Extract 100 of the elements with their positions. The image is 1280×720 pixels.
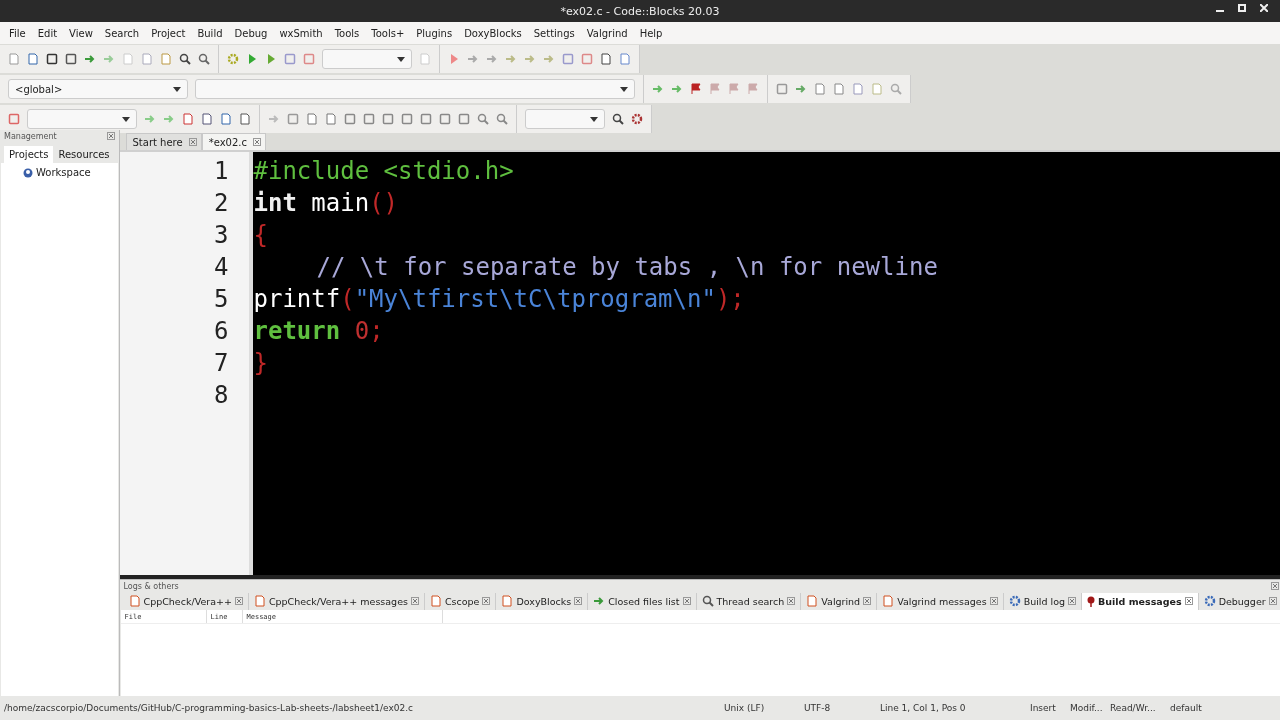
editor-tab[interactable]: Start here [125, 133, 202, 150]
arrow-icon[interactable] [543, 53, 555, 65]
code-line: { [253, 221, 268, 249]
log-tab[interactable]: CppCheck/Vera++ [123, 592, 249, 610]
caret-icon[interactable] [620, 86, 628, 92]
log-tab[interactable]: DoxyBlocks [496, 592, 589, 610]
page-icon[interactable] [619, 53, 631, 65]
page-icon[interactable] [429, 595, 442, 607]
square-icon[interactable] [46, 53, 58, 65]
arrow-icon[interactable] [268, 113, 280, 125]
arrow-icon[interactable] [524, 53, 536, 65]
menu-item[interactable]: Valgrind [580, 27, 634, 39]
log-tab[interactable]: Cscope [424, 592, 497, 610]
log-tab[interactable]: Valgrind messages [877, 592, 1004, 610]
arrow-icon[interactable] [84, 53, 96, 65]
menu-item[interactable]: Help [633, 27, 669, 39]
line-number: 1 [214, 157, 229, 185]
log-tab[interactable]: Thread search [696, 592, 802, 610]
magnifier-icon[interactable] [198, 53, 210, 65]
arrow-icon[interactable] [593, 595, 606, 607]
code-line: // \t for separate by tabs , \n for newline [316, 253, 938, 281]
status-item: Read/Wr... [1110, 703, 1157, 713]
page-icon[interactable] [306, 113, 318, 125]
log-tab[interactable]: Closed files list [588, 592, 697, 610]
panel-tab[interactable]: Projects [4, 146, 54, 163]
caret-icon[interactable] [397, 56, 405, 62]
arrow-icon[interactable] [486, 53, 498, 65]
square-icon[interactable] [65, 53, 77, 65]
play-icon[interactable] [246, 53, 258, 65]
page-icon[interactable] [600, 53, 612, 65]
page-icon[interactable] [201, 113, 213, 125]
caret-icon[interactable] [173, 86, 181, 92]
line-number: 2 [214, 189, 229, 217]
menu-item[interactable]: Plugins [410, 27, 459, 39]
line-number: 6 [214, 317, 229, 345]
magnifier-icon[interactable] [179, 53, 191, 65]
arrow-icon[interactable] [652, 83, 664, 95]
line-number: 4 [214, 253, 229, 281]
panel-title: Management [4, 131, 57, 141]
menu-item[interactable]: Project [145, 27, 192, 39]
window-title: *ex02.c - Code::Blocks 20.03 [560, 4, 720, 18]
page-icon[interactable] [27, 53, 39, 65]
arrow-icon[interactable] [795, 83, 807, 95]
play-icon[interactable] [448, 53, 460, 65]
log-tab[interactable]: Debugger [1198, 592, 1280, 610]
page-icon[interactable] [882, 595, 895, 607]
menu-item[interactable]: View [63, 27, 99, 39]
menu-item[interactable]: Settings [527, 27, 581, 39]
flag-icon[interactable] [690, 83, 702, 95]
editor-tab[interactable]: *ex02.c [201, 133, 266, 150]
menu-item[interactable]: DoxyBlocks [458, 27, 528, 39]
menu-item[interactable]: File [3, 27, 32, 39]
page-icon[interactable] [160, 53, 172, 65]
play-icon[interactable] [265, 53, 277, 65]
code-line: #include <stdio.h> [253, 157, 514, 185]
page-icon[interactable] [220, 113, 232, 125]
line-number: 5 [214, 285, 229, 313]
menu-item[interactable]: Search [98, 27, 146, 39]
line-number: 7 [214, 349, 229, 377]
page-icon[interactable] [806, 595, 819, 607]
page-icon[interactable] [501, 595, 514, 607]
scope-select[interactable]: <global> [8, 79, 188, 99]
log-tab[interactable]: CppCheck/Vera++ messages [248, 592, 425, 610]
menu-item[interactable]: wxSmith [273, 27, 329, 39]
status-item: default [1170, 703, 1203, 713]
status-item: Insert [1030, 703, 1057, 713]
code-line: printf("My\tfirst\tC\tprogram\n"); [253, 285, 745, 313]
page-icon[interactable] [182, 113, 194, 125]
page-icon[interactable] [253, 595, 266, 607]
arrow-icon[interactable] [467, 53, 479, 65]
log-tab[interactable]: Valgrind [801, 592, 878, 610]
code-line: } [253, 349, 268, 377]
menu-item[interactable]: Debug [228, 27, 274, 39]
line-number: 8 [214, 381, 229, 409]
search-field[interactable] [27, 109, 137, 129]
magnifier-icon[interactable] [701, 595, 714, 607]
caret-icon[interactable] [122, 116, 130, 122]
page-icon[interactable] [8, 53, 20, 65]
tree-item[interactable]: Workspace [36, 167, 91, 178]
arrow-icon[interactable] [163, 113, 175, 125]
arrow-icon[interactable] [505, 53, 517, 65]
arrow-icon[interactable] [103, 53, 115, 65]
page-icon[interactable] [239, 113, 251, 125]
menu-item[interactable]: Tools [328, 27, 366, 39]
page-icon[interactable] [814, 83, 826, 95]
caret-icon[interactable] [590, 116, 598, 122]
maximize-icon[interactable] [1238, 4, 1246, 12]
line-number: 3 [214, 221, 229, 249]
magnifier-icon[interactable] [612, 113, 624, 125]
log-tab[interactable]: Build messages [1082, 592, 1199, 610]
code-line: return 0; [253, 317, 384, 345]
menu-item[interactable]: Tools+ [365, 27, 411, 39]
page-icon[interactable] [128, 595, 141, 607]
page-icon[interactable] [833, 83, 845, 95]
menu-item[interactable]: Build [191, 27, 229, 39]
arrow-icon[interactable] [144, 113, 156, 125]
page-icon[interactable] [852, 83, 864, 95]
page-icon[interactable] [325, 113, 337, 125]
arrow-icon[interactable] [671, 83, 683, 95]
menu-item[interactable]: Edit [31, 27, 64, 39]
